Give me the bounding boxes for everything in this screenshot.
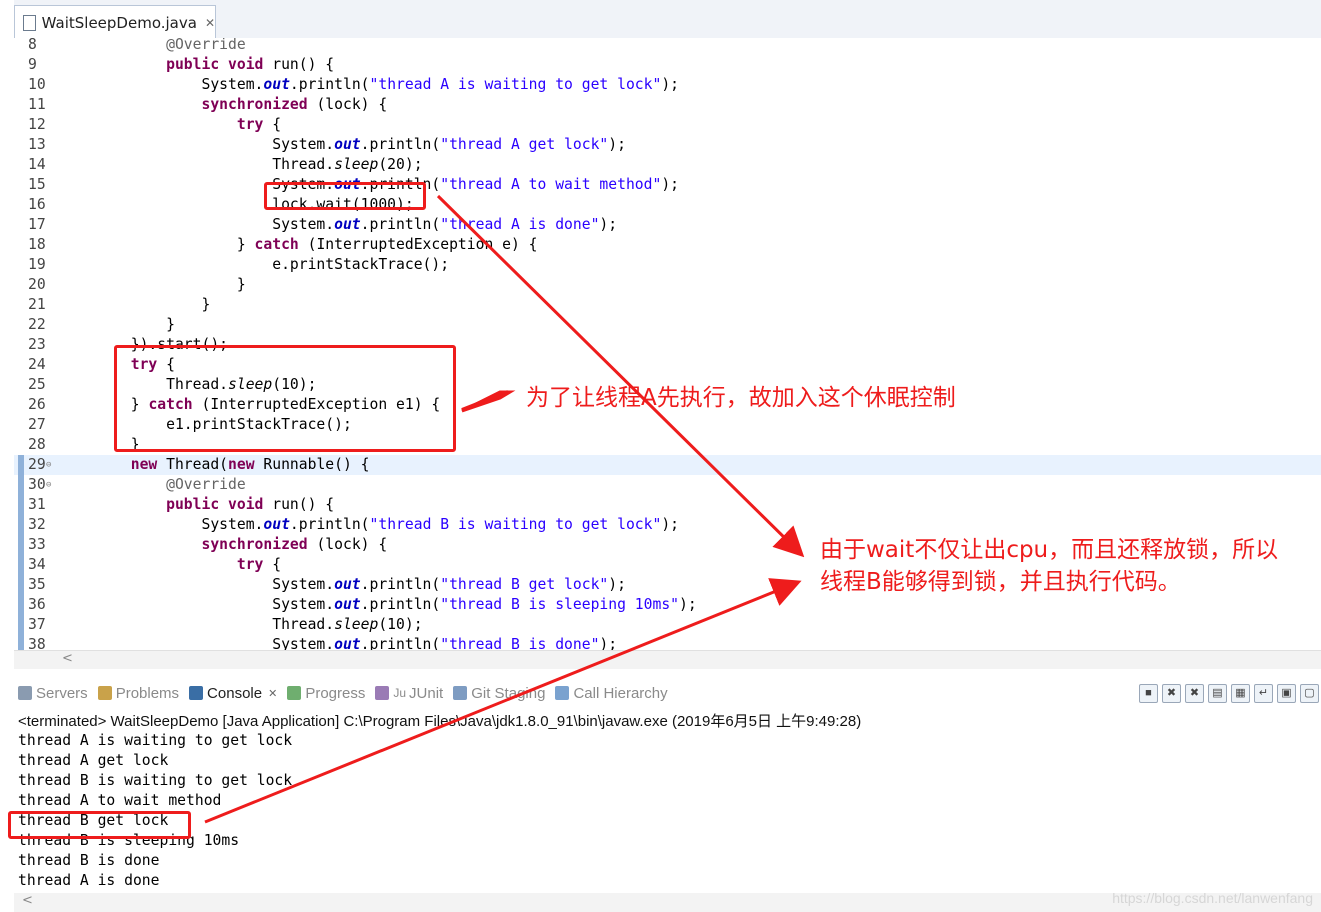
watermark: https://blog.csdn.net/lanwenfang: [1112, 890, 1313, 906]
annotation-sleep-note: 为了让线程A先执行，故加入这个休眠控制: [526, 385, 956, 411]
annotation-arrows: [204, 194, 805, 824]
arrow-note-to-output: [204, 578, 802, 824]
arrow-wait-to-note: [436, 194, 805, 558]
arrow-sleep-shaft: [461, 390, 509, 412]
annotation-wait-note-line2: 线程B能够得到锁，并且执行代码。: [820, 569, 1181, 595]
annotation-wait-note-line1: 由于wait不仅让出cpu，而且还释放锁，所以: [820, 537, 1279, 563]
